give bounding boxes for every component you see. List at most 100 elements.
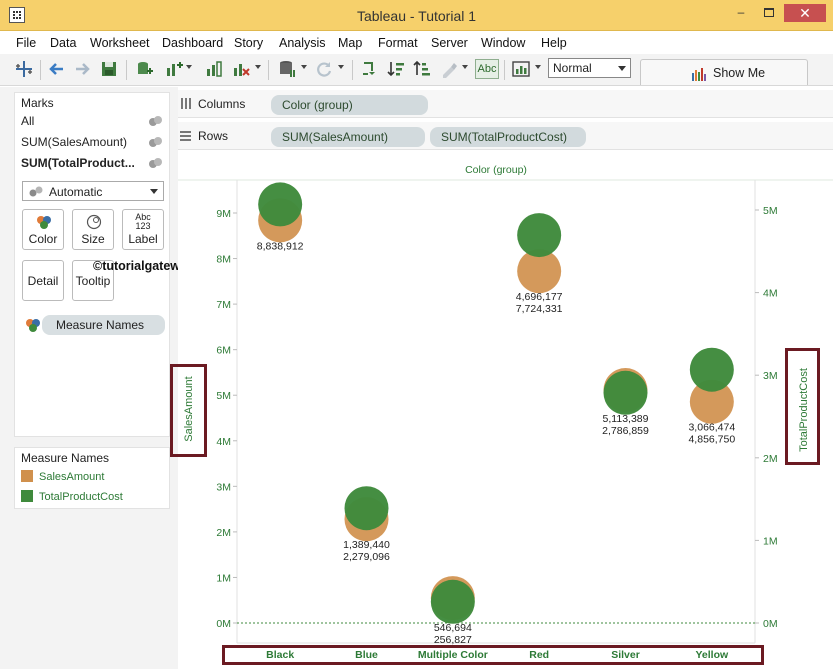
- new-worksheet-icon[interactable]: [164, 59, 184, 79]
- data-label: 7,724,331: [516, 303, 563, 315]
- new-data-source-icon[interactable]: [134, 59, 154, 79]
- chevron-down-icon[interactable]: [255, 65, 261, 69]
- menu-analysis[interactable]: Analysis: [279, 36, 326, 50]
- menu-story[interactable]: Story: [234, 36, 263, 50]
- left-tick-label: 1M: [216, 572, 231, 584]
- legend-header: Measure Names: [21, 451, 110, 465]
- menu-map[interactable]: Map: [338, 36, 362, 50]
- show-me-button[interactable]: Show Me: [640, 59, 808, 85]
- automatic-mark-icon: [29, 186, 43, 197]
- sum-salesamount-pill[interactable]: SUM(SalesAmount): [271, 127, 425, 147]
- scatter-chart[interactable]: Color (group) 9M 8M 7M 6M 5M 4M 3M 2M 1M 0M 5M 4M 3M 2…: [178, 150, 833, 669]
- legend-item-salesamount[interactable]: SalesAmount: [21, 470, 104, 483]
- totalproductcost-mark: [258, 182, 303, 227]
- right-tick-label: 4M: [763, 288, 778, 300]
- color-card[interactable]: Color: [22, 209, 64, 250]
- right-tick-label: 0M: [763, 618, 778, 630]
- menu-dashboard[interactable]: Dashboard: [162, 36, 223, 50]
- sort-descending-icon[interactable]: [412, 59, 432, 79]
- data-label: 8,838,912: [257, 240, 304, 252]
- redo-icon[interactable]: [72, 59, 92, 79]
- menu-data[interactable]: Data: [50, 36, 76, 50]
- undo-icon[interactable]: [47, 59, 67, 79]
- show-mark-labels-button[interactable]: Abc: [475, 59, 499, 79]
- chart-header-title: Color (group): [465, 164, 527, 176]
- window-title: Tableau - Tutorial 1: [356, 8, 477, 24]
- menu-server[interactable]: Server: [431, 36, 468, 50]
- data-label: 3,066,474: [688, 422, 735, 434]
- data-label: 5,113,389: [603, 413, 649, 425]
- chevron-down-icon[interactable]: [338, 65, 344, 69]
- data-label: 256,827: [434, 634, 472, 646]
- rows-label: Rows: [198, 129, 229, 143]
- refresh-icon[interactable]: [314, 59, 334, 79]
- menu-help[interactable]: Help: [541, 36, 567, 50]
- marks-all-tab[interactable]: All: [21, 114, 34, 128]
- annotation-box-right-axis: [785, 348, 820, 465]
- left-tick-label: 0M: [216, 618, 231, 630]
- totalproductcost-mark: [430, 579, 475, 624]
- chevron-down-icon[interactable]: [462, 65, 468, 69]
- marks-salesamount-tab[interactable]: SUM(SalesAmount): [21, 135, 127, 149]
- left-tick-label: 5M: [216, 390, 231, 402]
- annotation-box-left-axis: [170, 364, 207, 457]
- show-me-chart-icon: [692, 68, 706, 81]
- maximize-icon: [764, 8, 774, 17]
- swap-rows-columns-icon[interactable]: [360, 59, 380, 79]
- annotation-box-x-axis: [222, 645, 764, 665]
- multi-measure-icon: [149, 116, 163, 126]
- left-tick-label: 6M: [216, 345, 231, 357]
- chevron-down-icon[interactable]: [301, 65, 307, 69]
- totalproductcost-mark: [344, 486, 389, 531]
- right-tick-label: 5M: [763, 205, 778, 217]
- highlight-icon[interactable]: [439, 59, 459, 79]
- fit-select[interactable]: Normal: [548, 58, 631, 78]
- columns-shelf-icon: [181, 98, 191, 109]
- measure-names-color-pill[interactable]: Measure Names: [42, 315, 165, 335]
- close-button[interactable]: ✕: [784, 4, 826, 22]
- mark-type-select[interactable]: Automatic: [22, 181, 164, 201]
- legend-swatch: [21, 490, 33, 502]
- left-tick-label: 7M: [216, 299, 231, 311]
- separator: [504, 60, 505, 80]
- multi-measure-icon: [149, 137, 163, 147]
- menu-worksheet[interactable]: Worksheet: [90, 36, 150, 50]
- separator: [268, 60, 269, 80]
- data-label: 4,856,750: [688, 434, 735, 446]
- duplicate-sheet-icon[interactable]: [204, 59, 224, 79]
- color-legend: Measure Names SalesAmount TotalProductCo…: [14, 447, 170, 509]
- data-label: 546,694: [434, 622, 472, 634]
- columns-label: Columns: [198, 97, 246, 111]
- label-abc-icon: Abc 123: [135, 212, 151, 231]
- menu-file[interactable]: File: [16, 36, 36, 50]
- save-icon[interactable]: [99, 59, 119, 79]
- marks-totalproductcost-tab[interactable]: SUM(TotalProduct...: [21, 156, 135, 170]
- menu-format[interactable]: Format: [378, 36, 418, 50]
- pause-updates-icon[interactable]: [277, 59, 297, 79]
- minimize-button[interactable]: –: [733, 5, 749, 21]
- show-me-label: Show Me: [713, 66, 766, 80]
- legend-item-totalproductcost[interactable]: TotalProductCost: [21, 490, 123, 503]
- data-label: 2,279,096: [343, 551, 390, 563]
- detail-card[interactable]: Detail: [22, 260, 64, 301]
- color-palette-icon: [37, 216, 51, 229]
- sum-totalproductcost-pill[interactable]: SUM(TotalProductCost): [430, 127, 586, 147]
- fit-view-icon[interactable]: [511, 59, 531, 79]
- sort-ascending-icon[interactable]: [386, 59, 406, 79]
- chevron-down-icon[interactable]: [186, 65, 192, 69]
- left-pane: Marks All SUM(SalesAmount) SUM(TotalProd…: [0, 87, 217, 669]
- chevron-down-icon[interactable]: [535, 65, 541, 69]
- right-tick-label: 3M: [763, 370, 778, 382]
- menu-window[interactable]: Window: [481, 36, 525, 50]
- label-card[interactable]: Abc 123 Label: [122, 209, 164, 250]
- color-group-pill[interactable]: Color (group): [271, 95, 428, 115]
- maximize-button[interactable]: [761, 5, 777, 21]
- data-label: 2,786,859: [602, 425, 649, 437]
- clear-sheet-icon[interactable]: [231, 59, 251, 79]
- marks-header: Marks: [21, 96, 54, 110]
- tableau-logo-icon[interactable]: [14, 59, 34, 79]
- right-tick-label: 1M: [763, 535, 778, 547]
- left-tick-label: 4M: [216, 436, 231, 448]
- multi-measure-icon: [149, 158, 163, 168]
- size-card[interactable]: Size: [72, 209, 114, 250]
